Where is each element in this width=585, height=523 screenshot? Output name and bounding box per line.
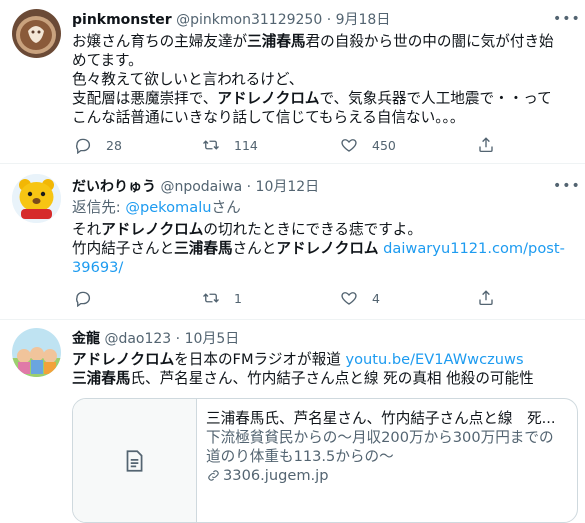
link-card[interactable]: 三浦春馬氏、芦名星さん、竹内結子さん点と線 死... 下流極貧貧民からの～月収2…: [72, 398, 578, 523]
tweet-header: だいわりゅう @npodaiwa · 10月12日: [72, 178, 319, 196]
retweet-icon: [203, 293, 219, 303]
timestamp[interactable]: 10月5日: [185, 331, 240, 347]
text-segment: の切れたときにできる痣ですよ。: [203, 221, 422, 238]
highlighted-term: 三浦春馬: [247, 33, 306, 50]
tweet-text-line: 39693/: [72, 258, 577, 277]
text-segment: で、気象兵器で人工地震で・・って: [319, 90, 552, 107]
tweet-header: pinkmonster @pinkmon31129250 · 9月18日: [72, 11, 390, 29]
handle[interactable]: @dao123: [104, 331, 171, 347]
tweet-text: それアドレノクロムの切れたときにできる痣ですよ。 竹内結子さんと三浦春馬さんとアド…: [72, 220, 577, 277]
text-segment: 色々教えて欲しいと言われるけど、: [72, 71, 304, 88]
retweet-count: 1: [234, 290, 242, 306]
retweet-button[interactable]: 1: [202, 288, 242, 308]
tweet-text: お嬢さん育ちの主婦友達が三浦春馬君の自殺から世の中の闇に気が付き始 めてます。 色々…: [72, 32, 577, 127]
separator: ·: [175, 331, 181, 347]
reply-icon: [76, 138, 91, 154]
handle[interactable]: @pinkmon31129250: [176, 12, 322, 28]
card-title[interactable]: 三浦春馬氏、芦名星さん、竹内結子さん点と線 死...: [206, 409, 572, 428]
text-segment: 君の自殺から世の中の闇に気が付き始: [305, 33, 554, 50]
card-description: 下流極貧貧民からの～月収200万から300万円までの: [206, 429, 554, 446]
reply-to-suffix: さん: [211, 199, 241, 216]
highlighted-term: アドレノクロム: [217, 90, 320, 107]
text-segment: それ: [72, 221, 102, 238]
like-button[interactable]: 450: [340, 135, 396, 155]
tweet-text-line: 三浦春馬氏、芦名星さん、竹内結子さん点と線 死の真相 他殺の可能性: [72, 369, 577, 388]
text-segment: を日本のFMラジオが報道: [174, 351, 346, 368]
text-segment: こんな話普通にいきなり話して信じてもらえる自信ない。。。: [72, 109, 465, 126]
more-icon[interactable]: •••: [553, 11, 580, 27]
display-name[interactable]: だいわりゅう: [72, 179, 156, 195]
separator: ·: [326, 12, 332, 28]
avatar[interactable]: [12, 174, 61, 223]
tweet[interactable]: だいわりゅう @npodaiwa · 10月12日 ••• 返信先: @peko…: [0, 164, 585, 320]
card-text: 三浦春馬氏、芦名星さん、竹内結子さん点と線 死... 下流極貧貧民からの～月収2…: [206, 409, 572, 485]
link-icon: [208, 470, 219, 481]
like-count: 450: [372, 137, 396, 153]
like-count: 4: [372, 290, 380, 306]
avatar[interactable]: [12, 328, 61, 377]
reply-icon: [76, 291, 91, 307]
heart-icon: [341, 292, 357, 305]
tweet-link[interactable]: youtu.be/EV1AWwczuws: [345, 351, 523, 368]
text-segment: 竹内結子さんと: [72, 240, 175, 257]
text-segment: 支配層は悪魔崇拝で、: [72, 90, 218, 107]
tweet-actions: 28 114 450: [72, 135, 512, 155]
tweet-text-line: こんな話普通にいきなり話して信じてもらえる自信ない。。。: [72, 108, 577, 127]
text-segment: お嬢さん育ちの主婦友達が: [72, 33, 248, 50]
like-button[interactable]: 4: [340, 288, 380, 308]
share-button[interactable]: [477, 135, 495, 155]
reply-to-handle[interactable]: @pekomalu: [125, 199, 211, 216]
reply-button[interactable]: 28: [74, 135, 122, 155]
display-name[interactable]: 金龍: [72, 331, 100, 347]
tweet-text-line: アドレノクロムを日本のFMラジオが報道 youtu.be/EV1AWwczuws: [72, 350, 577, 369]
timestamp[interactable]: 10月12日: [256, 179, 320, 195]
text-segment: 氏、芦名星さん、竹内結子さん点と線 死の真相 他殺の可能性: [130, 370, 534, 387]
separator: ·: [246, 179, 252, 195]
text-segment: さんと: [232, 240, 277, 257]
card-thumbnail: [73, 399, 197, 522]
tweet-text-line: お嬢さん育ちの主婦友達が三浦春馬君の自殺から世の中の闇に気が付き始: [72, 32, 577, 51]
tweet-text-line: 支配層は悪魔崇拝で、アドレノクロムで、気象兵器で人工地震で・・って: [72, 89, 577, 108]
reply-button[interactable]: [74, 288, 106, 308]
display-name[interactable]: pinkmonster: [72, 12, 172, 28]
retweet-count: 114: [234, 137, 258, 153]
avatar[interactable]: [12, 9, 61, 58]
highlighted-term: アドレノクロム: [276, 240, 379, 257]
card-domain: 3306.jugem.jp: [206, 466, 572, 485]
tweet-text-line: 竹内結子さんと三浦春馬さんとアドレノクロム daiwaryu1121.com/p…: [72, 239, 577, 258]
highlighted-term: 三浦春馬: [72, 370, 131, 387]
tweet-text-line: めてます。: [72, 51, 577, 70]
reply-count: 28: [106, 137, 122, 153]
tweet-header: 金龍 @dao123 · 10月5日: [72, 330, 239, 348]
handle[interactable]: @npodaiwa: [160, 179, 242, 195]
tweet-text: アドレノクロムを日本のFMラジオが報道 youtu.be/EV1AWwczuws…: [72, 350, 577, 388]
timestamp[interactable]: 9月18日: [336, 12, 391, 28]
retweet-button[interactable]: 114: [202, 135, 258, 155]
highlighted-term: アドレノクロム: [72, 351, 175, 368]
retweet-icon: [203, 140, 219, 150]
more-icon[interactable]: •••: [553, 178, 580, 194]
card-description: 道のり体重も113.5からの～: [206, 448, 394, 465]
tweet-text-line: それアドレノクロムの切れたときにできる痣ですよ。: [72, 220, 577, 239]
tweet-text-line: 色々教えて欲しいと言われるけど、: [72, 70, 577, 89]
share-icon: [479, 137, 493, 153]
tweet-actions: 1 4: [72, 288, 512, 308]
reply-to-label: 返信先:: [72, 199, 126, 216]
share-icon: [479, 290, 493, 306]
tweet-link[interactable]: 39693/: [72, 259, 123, 276]
heart-icon: [341, 139, 357, 152]
tweet[interactable]: pinkmonster @pinkmon31129250 · 9月18日 •••…: [0, 0, 585, 164]
tweet-link[interactable]: daiwaryu1121.com/post-: [383, 240, 565, 257]
card-domain-text: 3306.jugem.jp: [223, 467, 329, 484]
highlighted-term: 三浦春馬: [174, 240, 233, 257]
share-button[interactable]: [477, 288, 495, 308]
highlighted-term: アドレノクロム: [101, 221, 204, 238]
document-icon: [126, 450, 143, 472]
text-segment: めてます。: [72, 52, 143, 69]
reply-context: 返信先: @pekomaluさん: [72, 198, 577, 217]
